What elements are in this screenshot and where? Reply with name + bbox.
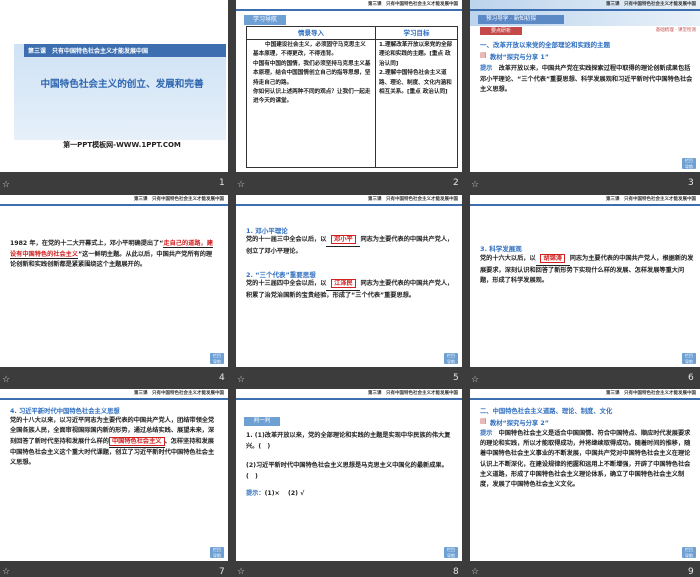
table-left-text: 中国建设社会主义，必须固守马克思主义基本原理，不得更改，不得违背。 中国有中国的… bbox=[253, 42, 371, 105]
slide-number: 4 bbox=[219, 373, 225, 383]
slide-star-icon[interactable]: ☆ bbox=[2, 180, 10, 190]
slide-9-thumbnail[interactable]: 第三课 只有中国特色社会主义才能发展中国 二、中国特色社会主义道路、理论、制度、… bbox=[470, 389, 700, 561]
slide-star-icon[interactable]: ☆ bbox=[471, 567, 479, 577]
slide-1-banner-text: 第三课 只有中国特色社会主义才能发展中国 bbox=[28, 48, 149, 55]
slide-star-icon[interactable]: ☆ bbox=[2, 567, 10, 577]
slide-number: 2 bbox=[453, 178, 459, 188]
slide-star-icon[interactable]: ☆ bbox=[471, 180, 479, 190]
section-heading: 二、中国特色社会主义道路、理论、制度、文化 bbox=[480, 408, 613, 415]
nav-back-button[interactable]: 栏目 导航 bbox=[682, 158, 696, 169]
book-icon: ▤ bbox=[480, 51, 487, 59]
heading-deng-theory: 1. 邓小平理论 bbox=[246, 227, 288, 235]
book-icon: ▤ bbox=[480, 417, 487, 425]
slide-4-thumbnail[interactable]: 第三课 只有中国特色社会主义才能发展中国 1982 年，在党的十二大开幕式上，邓… bbox=[0, 195, 228, 367]
subsection-heading: 教材“探究与分享 2” bbox=[490, 420, 549, 427]
nav-back-button[interactable]: 栏目 导航 bbox=[444, 547, 458, 558]
slide-4-text: 1982 年，在党的十二大开幕式上，邓小平明确提出了“走自己的道路，建设有中国特… bbox=[10, 240, 213, 268]
slide-1-footer: 第一PPT模板网-WWW.1PPT.COM bbox=[63, 141, 181, 149]
question-1: 1. (1)改革开放以来，党的全部理论和实践的主题是实现中华民族的伟大复兴。( … bbox=[246, 432, 451, 450]
slide-number: 3 bbox=[688, 178, 694, 188]
study-table: 情景导入 学习目标 中国建设社会主义，必须固守马克思主义基本原理，不得更改，不得… bbox=[246, 26, 458, 168]
heading-three-represents: 2. “三个代表”重要思想 bbox=[246, 271, 316, 279]
nav-back-button[interactable]: 栏目 导航 bbox=[210, 547, 224, 558]
hint-line: 提示：(1)× (2) √ bbox=[246, 490, 305, 497]
table-right-text: 1.理解改革开放以来党的全部理论和实践的主题。[重点 政治认同] 2.理解中国特… bbox=[379, 42, 453, 96]
nav-back-button[interactable]: 栏目 导航 bbox=[210, 353, 224, 364]
question-2: (2)习近平新时代中国特色社会主义思想是马克思主义中国化的最新成果。( ) bbox=[246, 462, 448, 480]
section-heading: 一、改革开放以来党的全部理论和实践的主题 bbox=[480, 41, 610, 49]
nav-back-button[interactable]: 栏目 导航 bbox=[444, 353, 458, 364]
subsection-heading: 教材“探究与分享 1” bbox=[490, 54, 549, 61]
slide-number: 1 bbox=[219, 178, 225, 188]
slide-5-thumbnail[interactable]: 第三课 只有中国特色社会主义才能发展中国 1. 邓小平理论 党的十一届三中全会以… bbox=[236, 195, 462, 367]
slide-number: 9 bbox=[688, 567, 694, 577]
slide-star-icon[interactable]: ☆ bbox=[237, 567, 245, 577]
right-tag: 基础梳理 · 课堂检测 bbox=[655, 28, 696, 33]
answer-text: 提示 改革开放以来，中国共产党在实践探索过程中取得的理论创新成果包括邓小平理论、… bbox=[480, 65, 693, 93]
slide-2-thumbnail[interactable]: 第三课 只有中国特色社会主义才能发展中国 学习导航 情景导入 学习目标 中国建设… bbox=[236, 0, 462, 172]
preview-badge: 预习导学 · 新知初探 bbox=[478, 15, 564, 24]
slide-1-title: 中国特色社会主义的创立、发展和完善 bbox=[40, 79, 204, 90]
judge-badge: 判一判 bbox=[244, 417, 280, 426]
slide-6-thumbnail[interactable]: 第三课 只有中国特色社会主义才能发展中国 3. 科学发展观 党的十六大以后，以胡… bbox=[470, 195, 700, 367]
table-col-right-header: 学习目标 bbox=[376, 27, 457, 40]
slide-3-thumbnail[interactable]: 第三课 只有中国特色社会主义才能发展中国 预习导学 · 新知初探 要点研析 基础… bbox=[470, 0, 700, 172]
deng-theory-text: 党的十一届三中全会以后，以 邓小平 同志为主要代表的中国共产党人，创立了邓小平理论。 bbox=[246, 235, 454, 255]
xi-thought-text: 党的十八大以来，以习近平同志为主要代表的中国共产党人，团结带领全党全国各族人民，… bbox=[10, 417, 215, 467]
nav-back-button[interactable]: 栏目 导航 bbox=[682, 547, 696, 558]
slide-number: 5 bbox=[453, 373, 459, 383]
slide-star-icon[interactable]: ☆ bbox=[237, 375, 245, 385]
heading-scientific-outlook: 3. 科学发展观 bbox=[480, 245, 522, 253]
study-tag: 要点研析 bbox=[480, 27, 522, 35]
slide-1-thumbnail[interactable]: 第三课 只有中国特色社会主义才能发展中国 中国特色社会主义的创立、发展和完善 第… bbox=[0, 0, 228, 172]
slide-star-icon[interactable]: ☆ bbox=[2, 375, 10, 385]
heading-xi-thought: 4. 习近平新时代中国特色社会主义思想 bbox=[10, 408, 120, 415]
slide-star-icon[interactable]: ☆ bbox=[471, 375, 479, 385]
slide-number: 7 bbox=[219, 567, 225, 577]
slide-8-thumbnail[interactable]: 第三课 只有中国特色社会主义才能发展中国 判一判 1. (1)改革开放以来，党的… bbox=[236, 389, 462, 561]
slide-star-icon[interactable]: ☆ bbox=[237, 180, 245, 190]
scientific-outlook-text: 党的十六大以后，以 胡锦涛 同志为主要代表的中国共产党人，根据新的发展要求，深刻认识… bbox=[480, 254, 694, 284]
slide-1-blue-panel bbox=[14, 44, 226, 140]
slide-number: 6 bbox=[688, 373, 694, 383]
table-col-left-header: 情景导入 bbox=[247, 27, 376, 40]
three-represents-text: 党的十三届四中全会以后，以 江泽民 同志为主要代表的中国共产党人，积累了治党治国新的… bbox=[246, 279, 454, 299]
answer-text: 提示 中国特色社会主义是适合中国国情、符合中国特点、顺应时代发展要求的理论和实践… bbox=[480, 430, 691, 489]
slide-7-thumbnail[interactable]: 第三课 只有中国特色社会主义才能发展中国 4. 习近平新时代中国特色社会主义思想… bbox=[0, 389, 228, 561]
study-nav-badge: 学习导航 bbox=[244, 15, 286, 25]
nav-back-button[interactable]: 栏目 导航 bbox=[682, 353, 696, 364]
slide-number: 8 bbox=[453, 567, 459, 577]
